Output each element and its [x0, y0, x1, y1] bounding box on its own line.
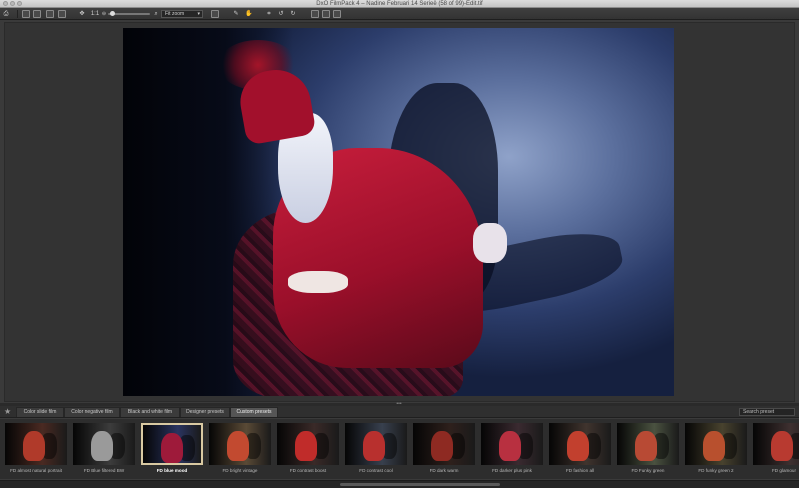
- preset-label: FD bright vintage: [222, 468, 258, 473]
- filmstrip-scrollbar[interactable]: [0, 480, 799, 488]
- chevron-down-icon: ▾: [197, 11, 200, 17]
- preset-preview-image: [753, 423, 799, 465]
- preset-thumbnail[interactable]: FD contrast cool: [343, 421, 409, 477]
- title-bar: DxO FilmPack 4 – Nadine Februari 14 Seri…: [0, 0, 799, 8]
- color-picker-icon[interactable]: ✎: [232, 10, 240, 18]
- preset-preview-image: [481, 423, 543, 465]
- preset-label: FD darker plus pink: [492, 468, 532, 473]
- toggle-right-panel-icon[interactable]: [333, 10, 341, 18]
- zoom-slider-handle[interactable]: [110, 11, 115, 16]
- image-canvas[interactable]: [4, 22, 795, 402]
- tab-custom-presets[interactable]: Custom presets: [230, 407, 278, 417]
- single-view-icon[interactable]: [22, 10, 30, 18]
- toggle-bottom-panel-icon[interactable]: [322, 10, 330, 18]
- preset-label: FD contrast boost: [289, 468, 327, 473]
- toolbar-separator: [17, 10, 18, 18]
- preset-label: FD almost natural portrait: [10, 468, 62, 473]
- preset-preview-image: [549, 423, 611, 465]
- preset-tab-bar: ★ Color slide film Color negative film B…: [0, 406, 799, 418]
- rotate-left-icon[interactable]: ↺: [277, 10, 285, 18]
- preset-thumbnail[interactable]: FD bright vintage: [207, 421, 273, 477]
- preset-preview-image: [277, 423, 339, 465]
- zoom-out-icon[interactable]: ⊖: [101, 10, 107, 18]
- hand-tool-icon[interactable]: ✋: [245, 10, 253, 18]
- preset-thumbnail[interactable]: FD funky green 2: [683, 421, 749, 477]
- preset-label: FD blue mood: [156, 468, 188, 473]
- preset-thumbnail[interactable]: FD contrast boost: [275, 421, 341, 477]
- scrollbar-thumb[interactable]: [340, 483, 500, 486]
- preset-label: FD funky green 2: [698, 468, 734, 473]
- star-icon[interactable]: ★: [4, 408, 11, 416]
- preset-label: FD dark warm: [429, 468, 459, 473]
- preset-thumbnail[interactable]: FD glamour: [751, 421, 799, 477]
- preset-label: FD contrast cool: [359, 468, 393, 473]
- zoom-one-to-one-button[interactable]: 1:1: [90, 10, 100, 18]
- preset-thumbnail[interactable]: FD Blue filtered BW: [71, 421, 137, 477]
- preset-preview-image: [413, 423, 475, 465]
- preset-label: FD glamour: [772, 468, 796, 473]
- tab-designer-presets[interactable]: Designer presets: [180, 407, 230, 417]
- tab-black-and-white-film[interactable]: Black and white film: [120, 407, 180, 417]
- search-preset-input[interactable]: Search preset: [739, 408, 795, 416]
- main-photo: [123, 28, 674, 396]
- compare-view-icon[interactable]: [58, 10, 66, 18]
- preset-thumbnail[interactable]: FD dark warm: [411, 421, 477, 477]
- app-window: DxO FilmPack 4 – Nadine Februari 14 Seri…: [0, 0, 799, 488]
- preset-preview-image: [617, 423, 679, 465]
- preset-thumbnail[interactable]: FD darker plus pink: [479, 421, 545, 477]
- print-icon[interactable]: ⎙: [2, 10, 10, 18]
- preset-label: FD Funky green: [631, 468, 665, 473]
- preset-thumbnail[interactable]: FD almost natural portrait: [3, 421, 69, 477]
- crop-icon[interactable]: ⌗: [265, 10, 273, 18]
- preset-thumbnail[interactable]: FD fashion all: [547, 421, 613, 477]
- preset-preview-image: [141, 423, 203, 465]
- preset-preview-image: [73, 423, 135, 465]
- preset-preview-image: [5, 423, 67, 465]
- rotate-right-icon[interactable]: ↻: [289, 10, 297, 18]
- move-icon[interactable]: ✥: [78, 10, 86, 18]
- zoom-mode-select[interactable]: Fit zoom ▾: [161, 10, 203, 18]
- preset-thumbnail[interactable]: FD blue mood: [139, 421, 205, 477]
- fullscreen-icon[interactable]: [211, 10, 219, 18]
- preset-preview-image: [685, 423, 747, 465]
- preset-label: FD fashion all: [565, 468, 595, 473]
- toolbar: ⎙ ✥ 1:1 ⊖ ⌕ Fit zoom ▾ ✎ ✋ ⌗ ↺ ↻: [0, 8, 799, 20]
- preset-filmstrip: FD almost natural portrait FD Blue filter…: [0, 419, 799, 479]
- tab-color-slide-film[interactable]: Color slide film: [16, 407, 64, 417]
- before-after-view-icon[interactable]: [33, 10, 41, 18]
- window-title: DxO FilmPack 4 – Nadine Februari 14 Seri…: [316, 1, 483, 7]
- tab-color-negative-film[interactable]: Color negative film: [64, 407, 120, 417]
- preset-label: FD Blue filtered BW: [83, 468, 125, 473]
- preset-preview-image: [209, 423, 271, 465]
- zoom-search-icon[interactable]: ⌕: [153, 10, 159, 18]
- toggle-left-panel-icon[interactable]: [311, 10, 319, 18]
- split-view-icon[interactable]: [46, 10, 54, 18]
- preset-thumbnail[interactable]: FD Funky green: [615, 421, 681, 477]
- preset-preview-image: [345, 423, 407, 465]
- zoom-mode-value: Fit zoom: [165, 11, 185, 17]
